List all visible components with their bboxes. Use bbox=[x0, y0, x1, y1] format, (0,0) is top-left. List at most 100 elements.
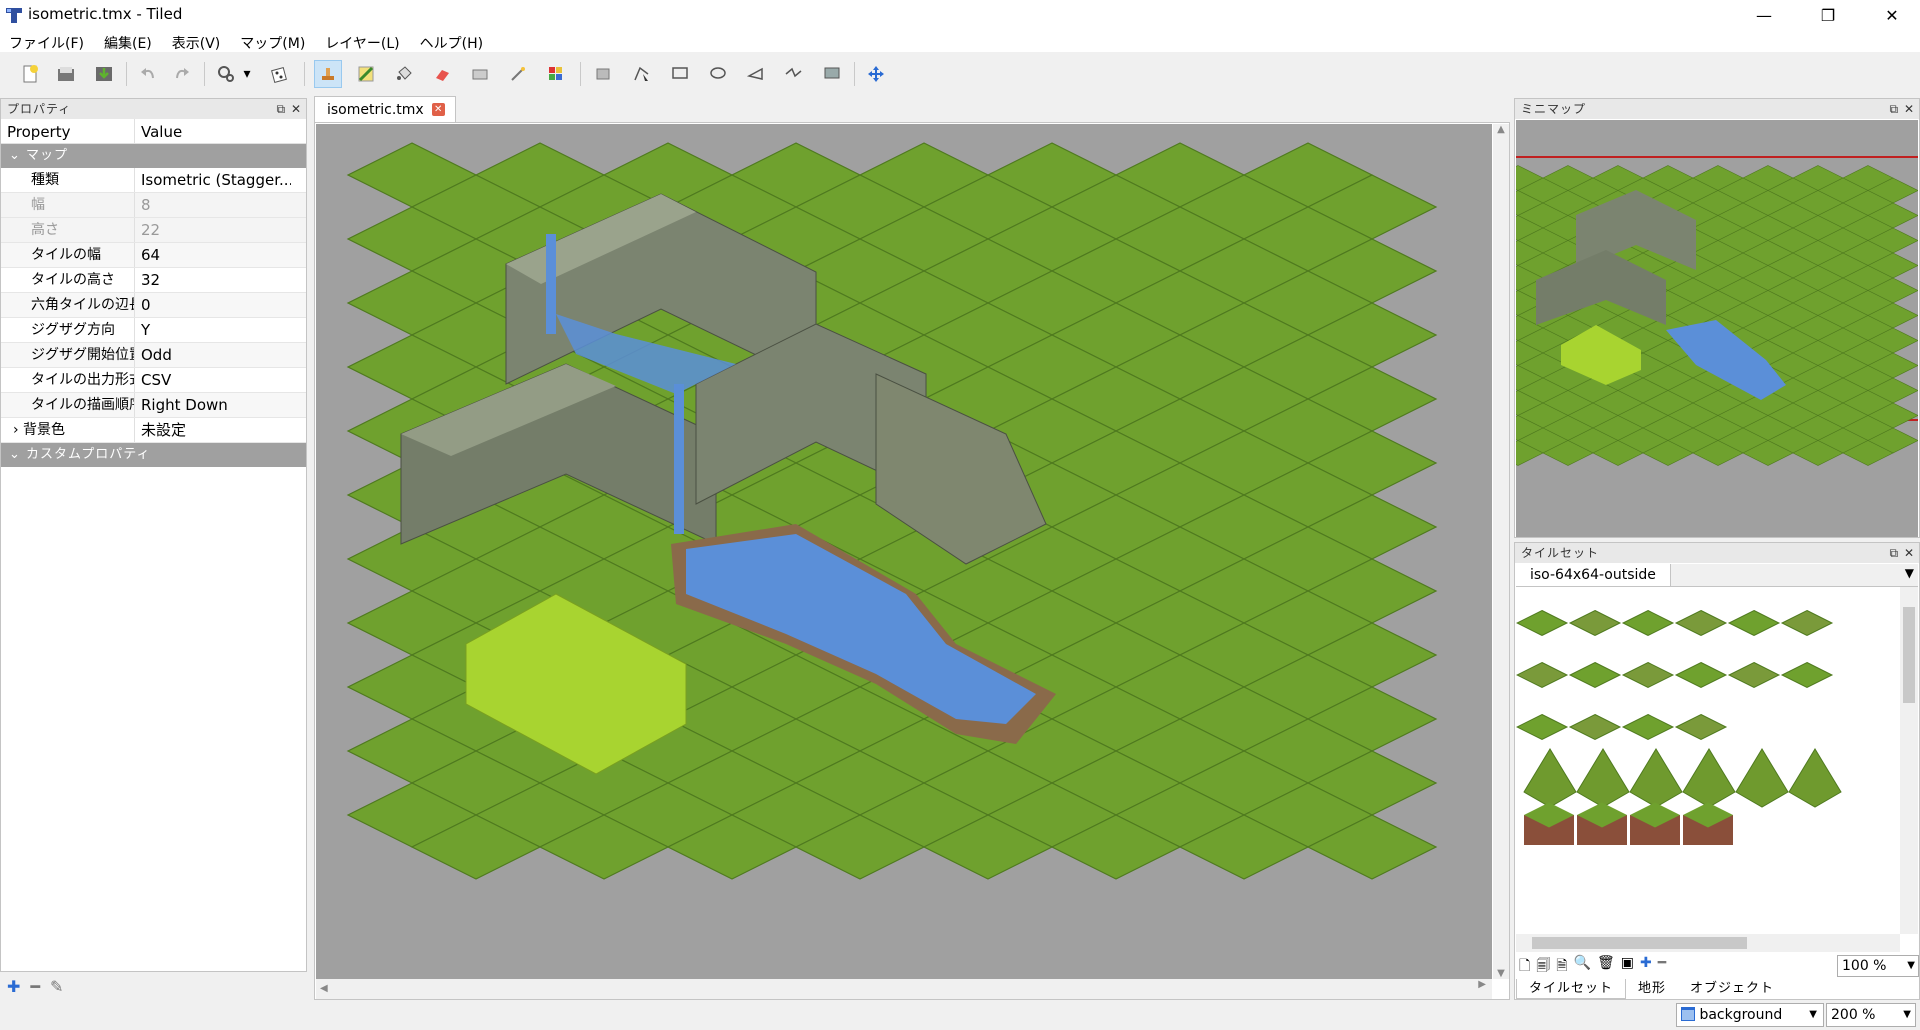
commands-dropdown-icon[interactable]: ▾ bbox=[240, 60, 254, 88]
property-row[interactable]: タイルの幅 64 bbox=[1, 243, 306, 268]
map-canvas[interactable] bbox=[316, 124, 1492, 979]
menu-bar: ファイル(F) 編集(E) 表示(V) マップ(M) レイヤー(L) ヘルプ(H… bbox=[0, 30, 1920, 52]
property-row[interactable]: 幅8 bbox=[1, 193, 306, 218]
window-title: isometric.tmx - Tiled bbox=[28, 5, 183, 23]
open-file-icon[interactable] bbox=[52, 60, 80, 88]
property-value[interactable]: CSV bbox=[135, 368, 291, 392]
undo-icon[interactable] bbox=[134, 60, 162, 88]
tileset-zoom-combo[interactable]: 100 % ▼ bbox=[1837, 955, 1919, 977]
property-row[interactable]: 高さ 22 bbox=[1, 218, 306, 243]
random-icon[interactable] bbox=[266, 60, 294, 88]
property-column-header[interactable]: Property bbox=[1, 119, 135, 143]
property-row[interactable]: ジグザグ方向 Y bbox=[1, 318, 306, 343]
maximize-button[interactable]: ❐ bbox=[1805, 0, 1851, 30]
property-value[interactable]: 22 bbox=[135, 218, 291, 242]
insert-rectangle-icon[interactable] bbox=[666, 60, 694, 88]
tileset-zoom-value: 100 % bbox=[1842, 958, 1887, 974]
property-value[interactable]: Isometric (Stagger... bbox=[135, 168, 291, 192]
move-icon[interactable] bbox=[862, 60, 890, 88]
tileset-properties-icon[interactable]: ▣ bbox=[1621, 955, 1634, 979]
rename-property-icon[interactable]: ✎ bbox=[50, 977, 63, 996]
rectangle-select-icon[interactable] bbox=[466, 60, 494, 88]
property-row[interactable]: 種類 Isometric (Stagger... bbox=[1, 168, 306, 193]
add-property-icon[interactable]: ✚ bbox=[7, 977, 20, 996]
menu-map[interactable]: マップ(M) bbox=[231, 30, 316, 52]
insert-tile-icon[interactable] bbox=[818, 60, 846, 88]
menu-file[interactable]: ファイル(F) bbox=[0, 30, 95, 52]
insert-polyline-icon[interactable] bbox=[780, 60, 808, 88]
zoom-combo[interactable]: 200 % ▼ bbox=[1826, 1003, 1916, 1027]
bucket-fill-icon[interactable] bbox=[390, 60, 418, 88]
tab-terrain[interactable]: 地形 bbox=[1626, 979, 1678, 999]
float-panel-icon[interactable]: ⧉ bbox=[1890, 102, 1900, 116]
close-tab-icon[interactable]: ✕ bbox=[431, 103, 445, 116]
property-value[interactable]: 64 bbox=[135, 243, 291, 267]
select-same-tile-icon[interactable] bbox=[542, 60, 570, 88]
close-panel-icon[interactable]: ✕ bbox=[1904, 546, 1915, 560]
menu-help[interactable]: ヘルプ(H) bbox=[411, 30, 494, 52]
tileset-view[interactable] bbox=[1516, 587, 1900, 934]
float-panel-icon[interactable]: ⧉ bbox=[1890, 546, 1900, 560]
stamp-brush-icon[interactable] bbox=[314, 60, 342, 88]
close-panel-icon[interactable]: ✕ bbox=[1904, 102, 1915, 116]
property-value[interactable]: Odd bbox=[135, 343, 291, 367]
export-tileset-icon[interactable]: 🗎 bbox=[1556, 955, 1567, 979]
property-value[interactable]: 8 bbox=[135, 193, 291, 217]
property-row[interactable]: タイルの出力形式 CSV bbox=[1, 368, 306, 393]
insert-polygon-icon[interactable] bbox=[742, 60, 770, 88]
select-objects-icon[interactable] bbox=[590, 60, 618, 88]
horizontal-scrollbar[interactable]: ◀ ▶ bbox=[316, 979, 1492, 999]
tileset-panel: タイルセット ⧉ ✕ iso-64x64-outside ▼ 🗋 🗐 🗎 🔍 🗑… bbox=[1514, 542, 1920, 1000]
embed-tileset-icon[interactable]: 🗐 bbox=[1536, 955, 1550, 979]
property-value[interactable]: 未設定 bbox=[135, 418, 291, 442]
menu-edit[interactable]: 編集(E) bbox=[95, 30, 163, 52]
custom-properties-header[interactable]: ⌄ カスタムプロパティ bbox=[1, 443, 306, 467]
property-row[interactable]: › 背景色 未設定 bbox=[1, 418, 306, 443]
tileset-menu-icon[interactable]: ▼ bbox=[1905, 566, 1914, 580]
float-panel-icon[interactable]: ⧉ bbox=[277, 102, 287, 116]
edit-tileset-icon[interactable]: 🔍 bbox=[1574, 955, 1591, 979]
tileset-bottom-tabs: タイルセット 地形 オブジェクト bbox=[1516, 979, 1918, 999]
vertical-scrollbar[interactable]: ▲ ▼ bbox=[1493, 124, 1509, 979]
magic-wand-icon[interactable] bbox=[504, 60, 532, 88]
value-column-header[interactable]: Value bbox=[135, 119, 188, 143]
terrain-brush-icon[interactable] bbox=[352, 60, 380, 88]
property-value[interactable]: Y bbox=[135, 318, 291, 342]
eraser-icon[interactable] bbox=[428, 60, 456, 88]
commands-icon[interactable] bbox=[212, 60, 240, 88]
tab-tilesets[interactable]: タイルセット bbox=[1516, 979, 1627, 999]
edit-polygons-icon[interactable] bbox=[628, 60, 656, 88]
property-row[interactable]: タイルの高さ 32 bbox=[1, 268, 306, 293]
map-group-header[interactable]: ⌄ マップ bbox=[1, 144, 306, 168]
tileset-tab[interactable]: iso-64x64-outside bbox=[1516, 564, 1671, 586]
remove-tiles-icon[interactable]: ━ bbox=[1658, 955, 1666, 979]
custom-properties-label: カスタムプロパティ bbox=[26, 447, 151, 462]
layer-combo[interactable]: background ▼ bbox=[1676, 1003, 1824, 1027]
property-row[interactable]: ジグザグ開始位置 Odd bbox=[1, 343, 306, 368]
minimize-button[interactable]: — bbox=[1741, 0, 1787, 30]
redo-icon[interactable] bbox=[168, 60, 196, 88]
document-tab[interactable]: isometric.tmx ✕ bbox=[314, 96, 456, 122]
menu-view[interactable]: 表示(V) bbox=[163, 30, 232, 52]
tileset-vertical-scrollbar[interactable] bbox=[1900, 587, 1918, 934]
save-icon[interactable] bbox=[90, 60, 118, 88]
remove-property-icon[interactable]: ━ bbox=[30, 977, 40, 996]
new-tileset-icon[interactable]: 🗋 bbox=[1519, 955, 1530, 979]
property-value[interactable]: 0 bbox=[135, 293, 291, 317]
insert-ellipse-icon[interactable] bbox=[704, 60, 732, 88]
new-file-icon[interactable] bbox=[16, 60, 44, 88]
property-row[interactable]: 六角タイルの辺長 0 bbox=[1, 293, 306, 318]
tileset-horizontal-scrollbar[interactable] bbox=[1516, 934, 1900, 952]
minimap-view[interactable] bbox=[1516, 120, 1918, 537]
tileset-tile bbox=[1674, 661, 1728, 689]
menu-layer[interactable]: レイヤー(L) bbox=[316, 30, 410, 52]
close-window-button[interactable]: ✕ bbox=[1869, 0, 1915, 30]
close-panel-icon[interactable]: ✕ bbox=[291, 102, 302, 116]
property-row[interactable]: タイルの描画順序 Right Down bbox=[1, 393, 306, 418]
delete-tileset-icon[interactable]: 🗑 bbox=[1597, 955, 1615, 979]
add-tiles-icon[interactable]: ✚ bbox=[1640, 955, 1652, 979]
property-value[interactable]: 32 bbox=[135, 268, 291, 292]
tab-objects[interactable]: オブジェクト bbox=[1678, 979, 1786, 999]
isometric-map[interactable] bbox=[316, 124, 1492, 979]
property-value[interactable]: Right Down bbox=[135, 393, 291, 417]
